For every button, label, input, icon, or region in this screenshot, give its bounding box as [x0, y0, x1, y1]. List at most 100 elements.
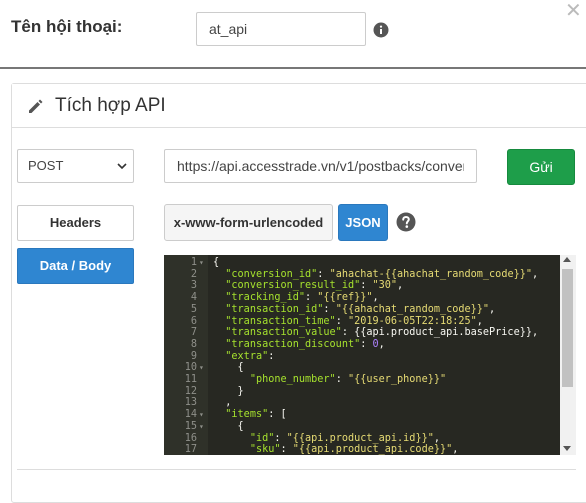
info-circle-icon[interactable]: [373, 22, 389, 38]
question-circle-icon[interactable]: [396, 212, 416, 232]
code-token: "transaction_id": [225, 303, 324, 315]
format-form-urlencoded-button[interactable]: x-www-form-urlencoded: [164, 204, 333, 241]
scroll-thumb[interactable]: [562, 269, 573, 387]
code-token: :: [323, 303, 336, 315]
fold-toggle-icon[interactable]: ▾: [199, 409, 204, 421]
code-text: {: [213, 362, 244, 374]
line-number: 9: [190, 350, 197, 362]
code-text: "transaction_id": "{{ahachat_random_code…: [213, 304, 495, 316]
send-button[interactable]: Gửi: [507, 149, 575, 185]
scroll-up-icon[interactable]: [563, 257, 571, 262]
code-token: {: [213, 420, 244, 432]
code-token: "id": [249, 432, 275, 444]
tab-headers[interactable]: Headers: [17, 205, 134, 241]
format-json-button[interactable]: JSON: [338, 204, 388, 241]
code-token: :: [360, 338, 373, 350]
code-token: "transaction_discount": [225, 338, 361, 350]
line-number: 16: [184, 432, 197, 444]
line-number: 10: [184, 362, 197, 374]
code-token: "{{user_phone}}": [347, 374, 447, 385]
tab-data-body[interactable]: Data / Body: [17, 248, 134, 284]
code-token: ,: [489, 303, 496, 315]
panel-heading: Tích hợp API: [12, 84, 586, 128]
code-text: ,: [213, 397, 231, 409]
code-token: :: [317, 268, 330, 280]
fold-toggle-icon[interactable]: ▾: [199, 421, 204, 433]
code-text: "items": [: [213, 409, 287, 421]
code-token: "{{ref}}": [317, 292, 373, 304]
code-token: :: [360, 280, 373, 292]
code-text: {: [213, 421, 244, 433]
code-token: "transaction_time": [225, 315, 336, 327]
code-token: ,: [372, 292, 379, 304]
close-icon[interactable]: ✕: [565, 1, 582, 21]
code-token: "30": [372, 280, 398, 292]
code-token: "{{ahachat_random_code}}": [335, 303, 490, 315]
code-text: "extra":: [213, 351, 274, 363]
line-number: 13: [184, 397, 197, 409]
code-token: :: [305, 292, 318, 304]
code-token: ,: [476, 315, 483, 327]
line-number: 15: [184, 420, 197, 432]
code-token: ,: [213, 397, 232, 409]
line-number: 2: [190, 268, 197, 280]
line-number: 7: [190, 327, 197, 339]
json-body-editor[interactable]: 1 ▾{2 "conversion_id": "ahachat-{{ahachat…: [164, 255, 576, 455]
chevron-down-icon: [117, 163, 127, 170]
line-number: 14: [184, 409, 197, 421]
line-number: 8: [190, 338, 197, 350]
http-method-value: POST: [28, 158, 64, 173]
code-token: "{{api.product_api.id}}": [286, 432, 434, 444]
code-token: {: [213, 257, 220, 268]
code-text: "conversion_id": "ahachat-{{ahachat_rand…: [213, 269, 538, 281]
code-text: "tracking_id": "{{ref}}",: [213, 292, 379, 304]
code-token: "ahachat-{{ahachat_random_code}}": [329, 268, 532, 280]
code-token: "tracking_id": [225, 292, 306, 304]
code-token: : [: [268, 409, 287, 421]
code-token: ,: [531, 268, 539, 280]
http-method-select[interactable]: POST: [17, 149, 134, 183]
fold-toggle-icon[interactable]: ▾: [199, 257, 204, 269]
line-number: 1: [190, 257, 197, 268]
code-token: : {{api.product_api.basePrice}},: [341, 327, 539, 339]
url-input[interactable]: [164, 149, 477, 183]
code-token: }: [213, 385, 244, 397]
code-text: "conversion_result_id": "30",: [213, 280, 403, 292]
line-number: 5: [190, 303, 197, 315]
line-number: 4: [190, 292, 197, 304]
editor-scrollbar[interactable]: [560, 255, 576, 455]
code-text: "transaction_value": {{api.product_api.b…: [213, 327, 538, 339]
code-token: "conversion_id": [225, 268, 318, 280]
code-token: ,: [397, 280, 404, 292]
code-text: "phone_number": "{{user_phone}}": [213, 374, 446, 386]
panel-bottom-divider: [17, 469, 576, 470]
code-token: "conversion_result_id": [225, 280, 361, 292]
code-token: "extra": [225, 350, 269, 362]
code-token: :: [274, 432, 287, 444]
conversation-name-input[interactable]: [196, 12, 366, 46]
conversation-name-label: Tên hội thoại:: [11, 17, 123, 36]
code-token: ,: [378, 338, 385, 350]
dialog-header: Tên hội thoại: ✕: [0, 0, 586, 68]
pencil-icon: [29, 99, 43, 113]
scroll-down-icon[interactable]: [563, 446, 571, 451]
line-number: 12: [184, 385, 197, 397]
fold-toggle-icon[interactable]: ▾: [199, 362, 204, 374]
code-text: "sku": "{{api.product_api.code}}",: [213, 444, 459, 455]
code-text: "transaction_time": "2019-06-05T22:18:25…: [213, 316, 483, 328]
code-token: "{{api.product_api.code}}": [292, 444, 453, 455]
code-token: "transaction_value": [225, 327, 342, 339]
code-text: }: [213, 386, 244, 398]
code-token: "sku": [249, 444, 281, 455]
line-number: 17: [184, 444, 197, 455]
